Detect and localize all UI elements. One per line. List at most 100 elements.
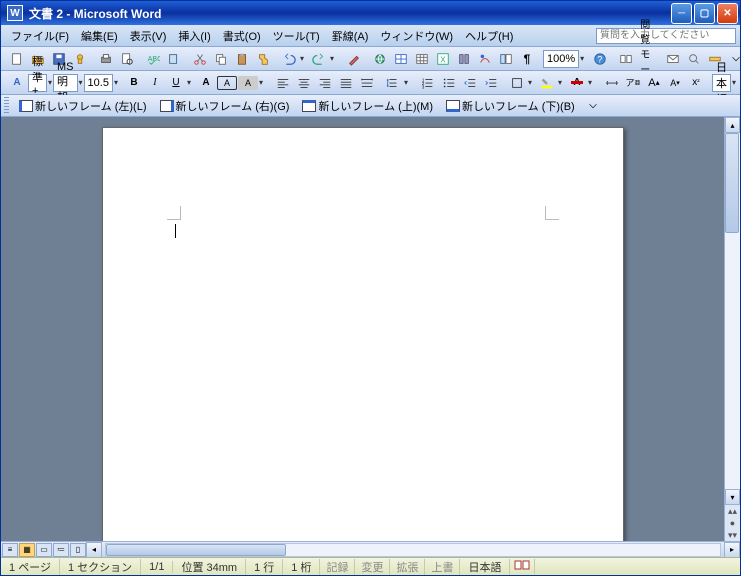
align-center-icon[interactable] xyxy=(294,73,314,93)
web-view-icon[interactable]: ▦ xyxy=(19,543,35,557)
find-icon[interactable] xyxy=(684,49,704,69)
new-frame-right-button[interactable]: 新しいフレーム (右)(G) xyxy=(155,96,295,116)
menu-view[interactable]: 表示(V) xyxy=(124,26,173,46)
underline-dropdown[interactable]: ▾ xyxy=(187,78,195,87)
reading-mode-button[interactable]: 閲覧モード(R) xyxy=(637,49,657,69)
undo-icon[interactable] xyxy=(279,49,299,69)
ink-icon[interactable] xyxy=(344,49,364,69)
new-frame-above-button[interactable]: 新しいフレーム (上)(M) xyxy=(297,96,438,116)
styles-pane-icon[interactable]: A xyxy=(7,73,27,93)
menu-window[interactable]: ウィンドウ(W) xyxy=(374,26,459,46)
justify-icon[interactable] xyxy=(336,73,356,93)
menu-insert[interactable]: 挿入(I) xyxy=(172,26,216,46)
browse-object-icon[interactable]: ● xyxy=(725,517,740,529)
normal-view-icon[interactable]: ≡ xyxy=(2,543,18,557)
research-icon[interactable] xyxy=(164,49,184,69)
outline-view-icon[interactable]: ≔ xyxy=(53,543,69,557)
spacing-dropdown[interactable]: ▾ xyxy=(404,78,412,87)
scroll-right-icon[interactable]: ▸ xyxy=(724,542,740,558)
columns-icon[interactable] xyxy=(454,49,474,69)
highlight-icon[interactable] xyxy=(537,73,557,93)
font-dropdown[interactable]: ▾ xyxy=(79,78,83,87)
scroll-down-icon[interactable]: ▾ xyxy=(725,489,740,505)
menu-table[interactable]: 罫線(A) xyxy=(326,26,375,46)
align-left-icon[interactable] xyxy=(273,73,293,93)
status-ext[interactable]: 拡張 xyxy=(390,559,425,575)
minimize-button[interactable]: ─ xyxy=(671,3,692,24)
cut-icon[interactable] xyxy=(190,49,210,69)
borders-dropdown[interactable]: ▾ xyxy=(528,78,536,87)
close-toolbar-icon[interactable] xyxy=(726,49,741,69)
envelope-icon[interactable] xyxy=(663,49,683,69)
read-mode-icon[interactable] xyxy=(616,49,636,69)
close-button[interactable]: ✕ xyxy=(717,3,738,24)
document-area[interactable] xyxy=(1,117,724,541)
status-book-icon[interactable] xyxy=(510,559,535,574)
underline-icon[interactable]: U xyxy=(166,73,186,93)
zoom-combo[interactable]: 100% xyxy=(543,50,579,68)
highlight-dropdown[interactable]: ▾ xyxy=(558,78,566,87)
fit-text-icon[interactable] xyxy=(602,73,622,93)
menu-format[interactable]: 書式(O) xyxy=(217,26,267,46)
character-border-icon[interactable]: A xyxy=(217,76,237,90)
outline-font-icon[interactable]: A xyxy=(196,73,216,93)
hscroll-track[interactable] xyxy=(105,543,721,557)
decrease-indent-icon[interactable] xyxy=(460,73,480,93)
status-rec[interactable]: 記録 xyxy=(320,559,355,575)
distributed-icon[interactable] xyxy=(357,73,377,93)
zoom-dropdown[interactable]: ▾ xyxy=(580,54,584,63)
font-color-dropdown[interactable]: ▾ xyxy=(588,78,596,87)
style-combo[interactable]: 標準 + 左 xyxy=(28,74,47,92)
size-dropdown[interactable]: ▾ xyxy=(114,78,118,87)
bullets-icon[interactable] xyxy=(439,73,459,93)
character-shading-icon[interactable]: A xyxy=(238,76,258,90)
new-frame-left-button[interactable]: 新しいフレーム (左)(L) xyxy=(14,96,152,116)
scroll-left-icon[interactable]: ◂ xyxy=(86,542,102,558)
scroll-up-icon[interactable]: ▴ xyxy=(725,117,740,133)
print-view-icon[interactable]: ▭ xyxy=(36,543,52,557)
maximize-button[interactable]: ▢ xyxy=(694,3,715,24)
language-combo[interactable]: 日本語 xyxy=(712,74,731,92)
print-preview-icon[interactable] xyxy=(117,49,137,69)
help-icon[interactable]: ? xyxy=(590,49,610,69)
paste-icon[interactable] xyxy=(232,49,252,69)
insert-table-icon[interactable] xyxy=(412,49,432,69)
size-combo[interactable]: 10.5 xyxy=(84,74,113,92)
hyperlink-icon[interactable] xyxy=(370,49,390,69)
vscroll-track[interactable] xyxy=(725,133,740,489)
doc-map-icon[interactable] xyxy=(496,49,516,69)
redo-dropdown[interactable]: ▾ xyxy=(330,54,338,63)
menu-tools[interactable]: ツール(T) xyxy=(267,26,326,46)
new-doc-icon[interactable] xyxy=(7,49,27,69)
copy-icon[interactable] xyxy=(211,49,231,69)
next-page-icon[interactable]: ▾▾ xyxy=(725,529,740,541)
status-trk[interactable]: 変更 xyxy=(355,559,390,575)
phonetic-icon[interactable]: ア亜 xyxy=(623,73,643,93)
numbering-icon[interactable]: 123 xyxy=(418,73,438,93)
align-right-icon[interactable] xyxy=(315,73,335,93)
vscroll-thumb[interactable] xyxy=(725,133,739,233)
menu-edit[interactable]: 編集(E) xyxy=(75,26,124,46)
borders-icon[interactable] xyxy=(507,73,527,93)
status-ovr[interactable]: 上書 xyxy=(425,559,460,575)
spellcheck-icon[interactable]: ABC xyxy=(143,49,163,69)
grow-font-icon[interactable]: A▴ xyxy=(644,73,664,93)
font-color-icon[interactable]: A xyxy=(567,73,587,93)
toolbar-grip[interactable] xyxy=(4,97,9,115)
redo-icon[interactable] xyxy=(309,49,329,69)
lang-dropdown[interactable]: ▾ xyxy=(732,78,736,87)
show-marks-icon[interactable]: ¶ xyxy=(517,49,537,69)
new-frame-below-button[interactable]: 新しいフレーム (下)(B) xyxy=(441,96,580,116)
hscroll-thumb[interactable] xyxy=(106,544,286,556)
tables-borders-icon[interactable] xyxy=(391,49,411,69)
frames-options-icon[interactable] xyxy=(583,96,603,116)
vertical-scrollbar[interactable]: ▴ ▾ ▴▴ ● ▾▾ xyxy=(724,117,740,541)
font-combo[interactable]: MS 明朝 xyxy=(53,74,78,92)
style-dropdown[interactable]: ▾ xyxy=(48,78,52,87)
increase-indent-icon[interactable] xyxy=(481,73,501,93)
menu-file[interactable]: ファイル(F) xyxy=(5,26,75,46)
prev-page-icon[interactable]: ▴▴ xyxy=(725,505,740,517)
drawing-icon[interactable] xyxy=(475,49,495,69)
shrink-font-icon[interactable]: A▾ xyxy=(665,73,685,93)
print-icon[interactable] xyxy=(96,49,116,69)
